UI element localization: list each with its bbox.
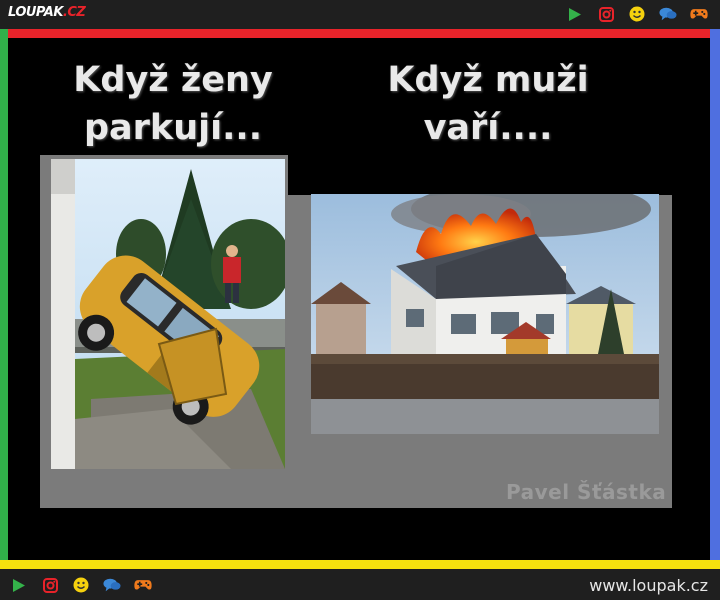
crashed-car-photo [51,159,285,469]
smiley-icon[interactable] [72,576,90,594]
meme-image: Když ženy parkují... Když muži vaří.... [8,38,710,560]
chat-icon[interactable] [659,5,677,23]
bottom-yellow-stripe [0,560,720,569]
site-logo[interactable]: LOUPAK.CZ [8,5,86,20]
left-caption-line2: parkují... [83,108,262,148]
chat-icon[interactable] [103,576,121,594]
logo-tld-text: .CZ [62,5,86,20]
right-caption-line1: Když muži [387,60,589,100]
burning-house-photo [311,194,659,434]
top-red-stripe [0,29,720,38]
play-icon[interactable] [10,576,28,594]
logo-main-text: LOUPAK [8,5,63,20]
left-green-stripe [0,29,8,569]
instagram-icon[interactable] [597,5,615,23]
left-caption: Když ženy parkují... [48,56,298,152]
bottom-icon-group [10,576,152,594]
instagram-icon[interactable] [41,576,59,594]
top-icon-group [566,5,708,23]
right-caption-line2: vaří.... [423,108,553,148]
right-blue-stripe [710,29,720,569]
left-caption-line1: Když ženy [73,60,273,100]
right-caption: Když muži vaří.... [368,56,608,152]
author-signature: Pavel Šťástka [506,480,667,504]
gamepad-icon[interactable] [690,5,708,23]
black-band [288,155,672,195]
site-url-link[interactable]: www.loupak.cz [589,576,708,595]
gamepad-icon[interactable] [134,576,152,594]
smiley-icon[interactable] [628,5,646,23]
play-icon[interactable] [566,5,584,23]
